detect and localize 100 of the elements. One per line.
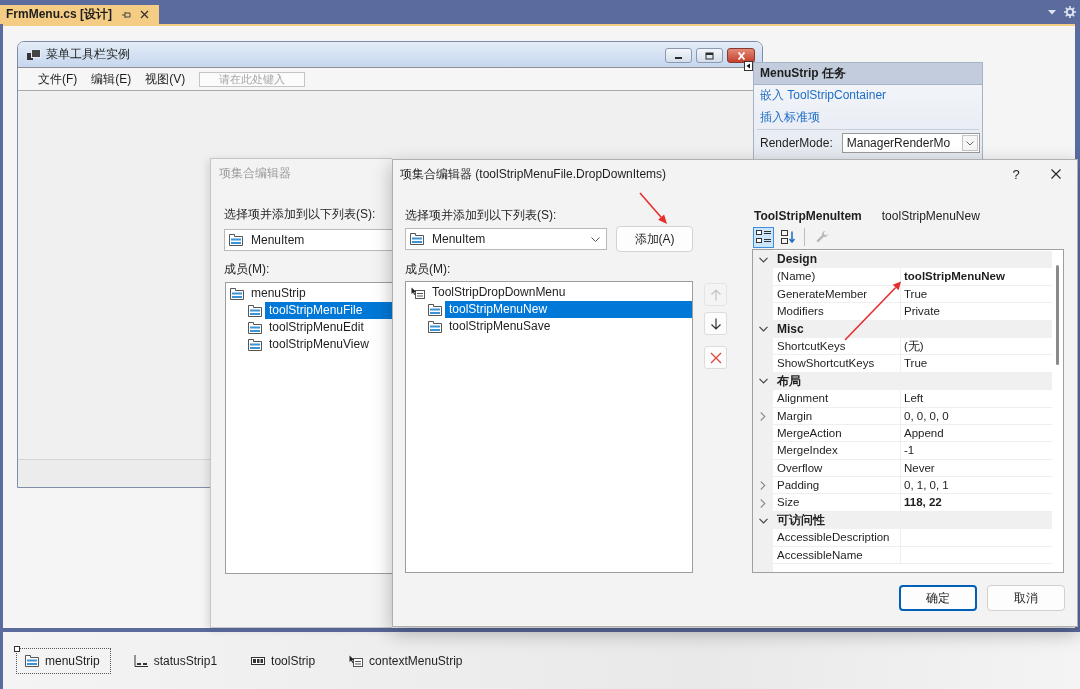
task-link[interactable]: 插入标准项 xyxy=(760,108,820,126)
remove-button[interactable] xyxy=(704,346,727,369)
close-button[interactable] xyxy=(727,48,755,63)
tree-item[interactable]: toolStripMenuFile xyxy=(265,302,392,319)
selection-handle-icon[interactable] xyxy=(14,645,20,652)
menu-strip-icon xyxy=(25,654,39,667)
category-label: Design xyxy=(773,251,1052,269)
object-type-label: ToolStripMenuItem xyxy=(754,208,862,223)
minimize-button[interactable] xyxy=(665,48,692,63)
categorized-button[interactable] xyxy=(753,226,774,248)
menu-item[interactable]: 文件(F) xyxy=(31,68,85,90)
dialog-title: 项集合编辑器 xyxy=(218,164,292,182)
cursor-menu-icon xyxy=(349,654,364,667)
chevron-down-icon[interactable] xyxy=(758,256,768,263)
maximize-icon xyxy=(705,51,714,60)
property-name: Overflow xyxy=(773,459,901,478)
component-tray-item[interactable]: toolStrip xyxy=(242,647,327,674)
property-value[interactable]: 118, 22 xyxy=(901,494,1052,512)
property-name: Alignment xyxy=(773,390,901,408)
toolbar-icon xyxy=(251,654,266,667)
property-value[interactable]: -1 xyxy=(901,442,1052,460)
property-name: MergeIndex xyxy=(773,442,901,460)
component-tray-item[interactable]: menuStrip xyxy=(16,647,111,674)
tree-item[interactable]: toolStripMenuEdit xyxy=(265,319,392,336)
menu-strip-icon xyxy=(428,303,442,316)
tree-item[interactable]: toolStripMenuSave xyxy=(445,318,692,335)
object-name-label: toolStripMenuNew xyxy=(881,208,980,223)
cursor-menu-icon xyxy=(411,286,425,299)
dropdown-arrow-icon[interactable] xyxy=(1048,9,1056,15)
category-list-icon xyxy=(755,230,772,244)
menu-strip-icon xyxy=(248,338,262,351)
menu-strip-icon xyxy=(229,234,243,246)
chevron-down-icon[interactable] xyxy=(758,326,768,333)
property-value[interactable]: True xyxy=(901,355,1052,373)
dialog-button[interactable]: 取消 xyxy=(987,585,1065,611)
collapse-arrow-icon[interactable] xyxy=(744,61,753,71)
field-label: 成员(M): xyxy=(224,262,271,277)
chevron-right-icon[interactable] xyxy=(760,411,766,421)
field-label: 选择项并添加到以下列表(S): xyxy=(224,207,377,222)
item-type-dropdown[interactable]: MenuItem xyxy=(224,229,392,251)
property-name: Modifiers xyxy=(773,303,901,321)
chevron-down-icon[interactable] xyxy=(758,517,768,524)
property-value[interactable]: Private xyxy=(901,303,1052,321)
property-value[interactable]: Append xyxy=(901,424,1052,443)
property-value[interactable]: True xyxy=(901,285,1052,304)
down-arrow-icon xyxy=(709,317,722,330)
chevron-down-icon xyxy=(961,135,978,151)
property-value[interactable]: Never xyxy=(901,459,1052,478)
close-icon[interactable] xyxy=(140,10,149,19)
property-name: Padding xyxy=(773,477,901,495)
menu-item[interactable]: 视图(V) xyxy=(138,68,193,90)
field-label: RenderMode: xyxy=(760,136,833,150)
window-title: 菜单工具栏实例 xyxy=(46,46,130,63)
component-tray-item[interactable]: contextMenuStrip xyxy=(340,647,474,674)
dialog-button[interactable]: 确定 xyxy=(899,585,977,611)
chevron-down-icon[interactable] xyxy=(758,378,768,385)
status-strip-icon xyxy=(133,654,148,667)
menu-strip-icon xyxy=(248,321,262,334)
menu-strip-icon xyxy=(428,320,442,333)
help-button[interactable]: ? xyxy=(996,160,1036,188)
dialog-title: 项集合编辑器 (toolStripMenuFile.DropDownItems) xyxy=(400,165,667,183)
settings-icon[interactable] xyxy=(1064,6,1076,18)
render-mode-dropdown[interactable]: ManagerRenderMo xyxy=(841,133,980,153)
task-link[interactable]: 嵌入 ToolStripContainer xyxy=(760,86,887,104)
new-menu-item-field[interactable]: 请在此处键入 xyxy=(199,71,306,87)
property-name: MergeAction xyxy=(773,424,901,443)
chevron-right-icon[interactable] xyxy=(760,498,766,508)
document-tab[interactable]: FrmMenu.cs [设计] xyxy=(0,5,159,24)
property-name: Size xyxy=(773,494,901,512)
move-down-button[interactable] xyxy=(704,312,727,335)
property-value[interactable]: 0, 1, 0, 1 xyxy=(901,477,1052,495)
up-arrow-icon xyxy=(709,288,722,301)
sort-arrow-icon xyxy=(780,230,795,244)
chevron-down-icon xyxy=(591,236,600,242)
property-value[interactable]: toolStripMenuNew xyxy=(901,268,1052,286)
menu-strip-icon xyxy=(248,304,262,317)
tree-item[interactable]: menuStrip xyxy=(247,285,392,302)
field-label: 成员(M): xyxy=(405,262,452,277)
panel-header: MenuStrip 任务 xyxy=(754,63,982,85)
menu-item[interactable]: 编辑(E) xyxy=(84,68,139,90)
property-name: AccessibleDescription xyxy=(773,529,901,547)
tree-item[interactable]: ToolStripDropDownMenu xyxy=(428,284,692,301)
pin-icon[interactable] xyxy=(121,9,131,20)
property-value[interactable]: (无) xyxy=(901,337,1052,356)
tree-item[interactable]: toolStripMenuNew xyxy=(445,301,692,318)
chevron-right-icon[interactable] xyxy=(760,481,766,491)
property-name: ShortcutKeys xyxy=(773,337,901,356)
component-tray-item[interactable]: statusStrip1 xyxy=(124,647,229,674)
scroll-thumb[interactable] xyxy=(1056,265,1059,365)
property-name: AccessibleName xyxy=(773,546,901,565)
delete-x-icon xyxy=(709,351,722,364)
maximize-button[interactable] xyxy=(696,48,723,63)
close-icon xyxy=(736,51,746,60)
menu-strip-icon xyxy=(230,287,244,300)
property-value[interactable]: 0, 0, 0, 0 xyxy=(901,407,1052,425)
item-type-dropdown[interactable]: MenuItem xyxy=(405,228,607,250)
property-value[interactable]: Left xyxy=(901,390,1052,408)
add-button[interactable]: 添加(A) xyxy=(616,226,693,252)
tree-item[interactable]: toolStripMenuView xyxy=(265,336,392,353)
property-name: Margin xyxy=(773,407,901,425)
